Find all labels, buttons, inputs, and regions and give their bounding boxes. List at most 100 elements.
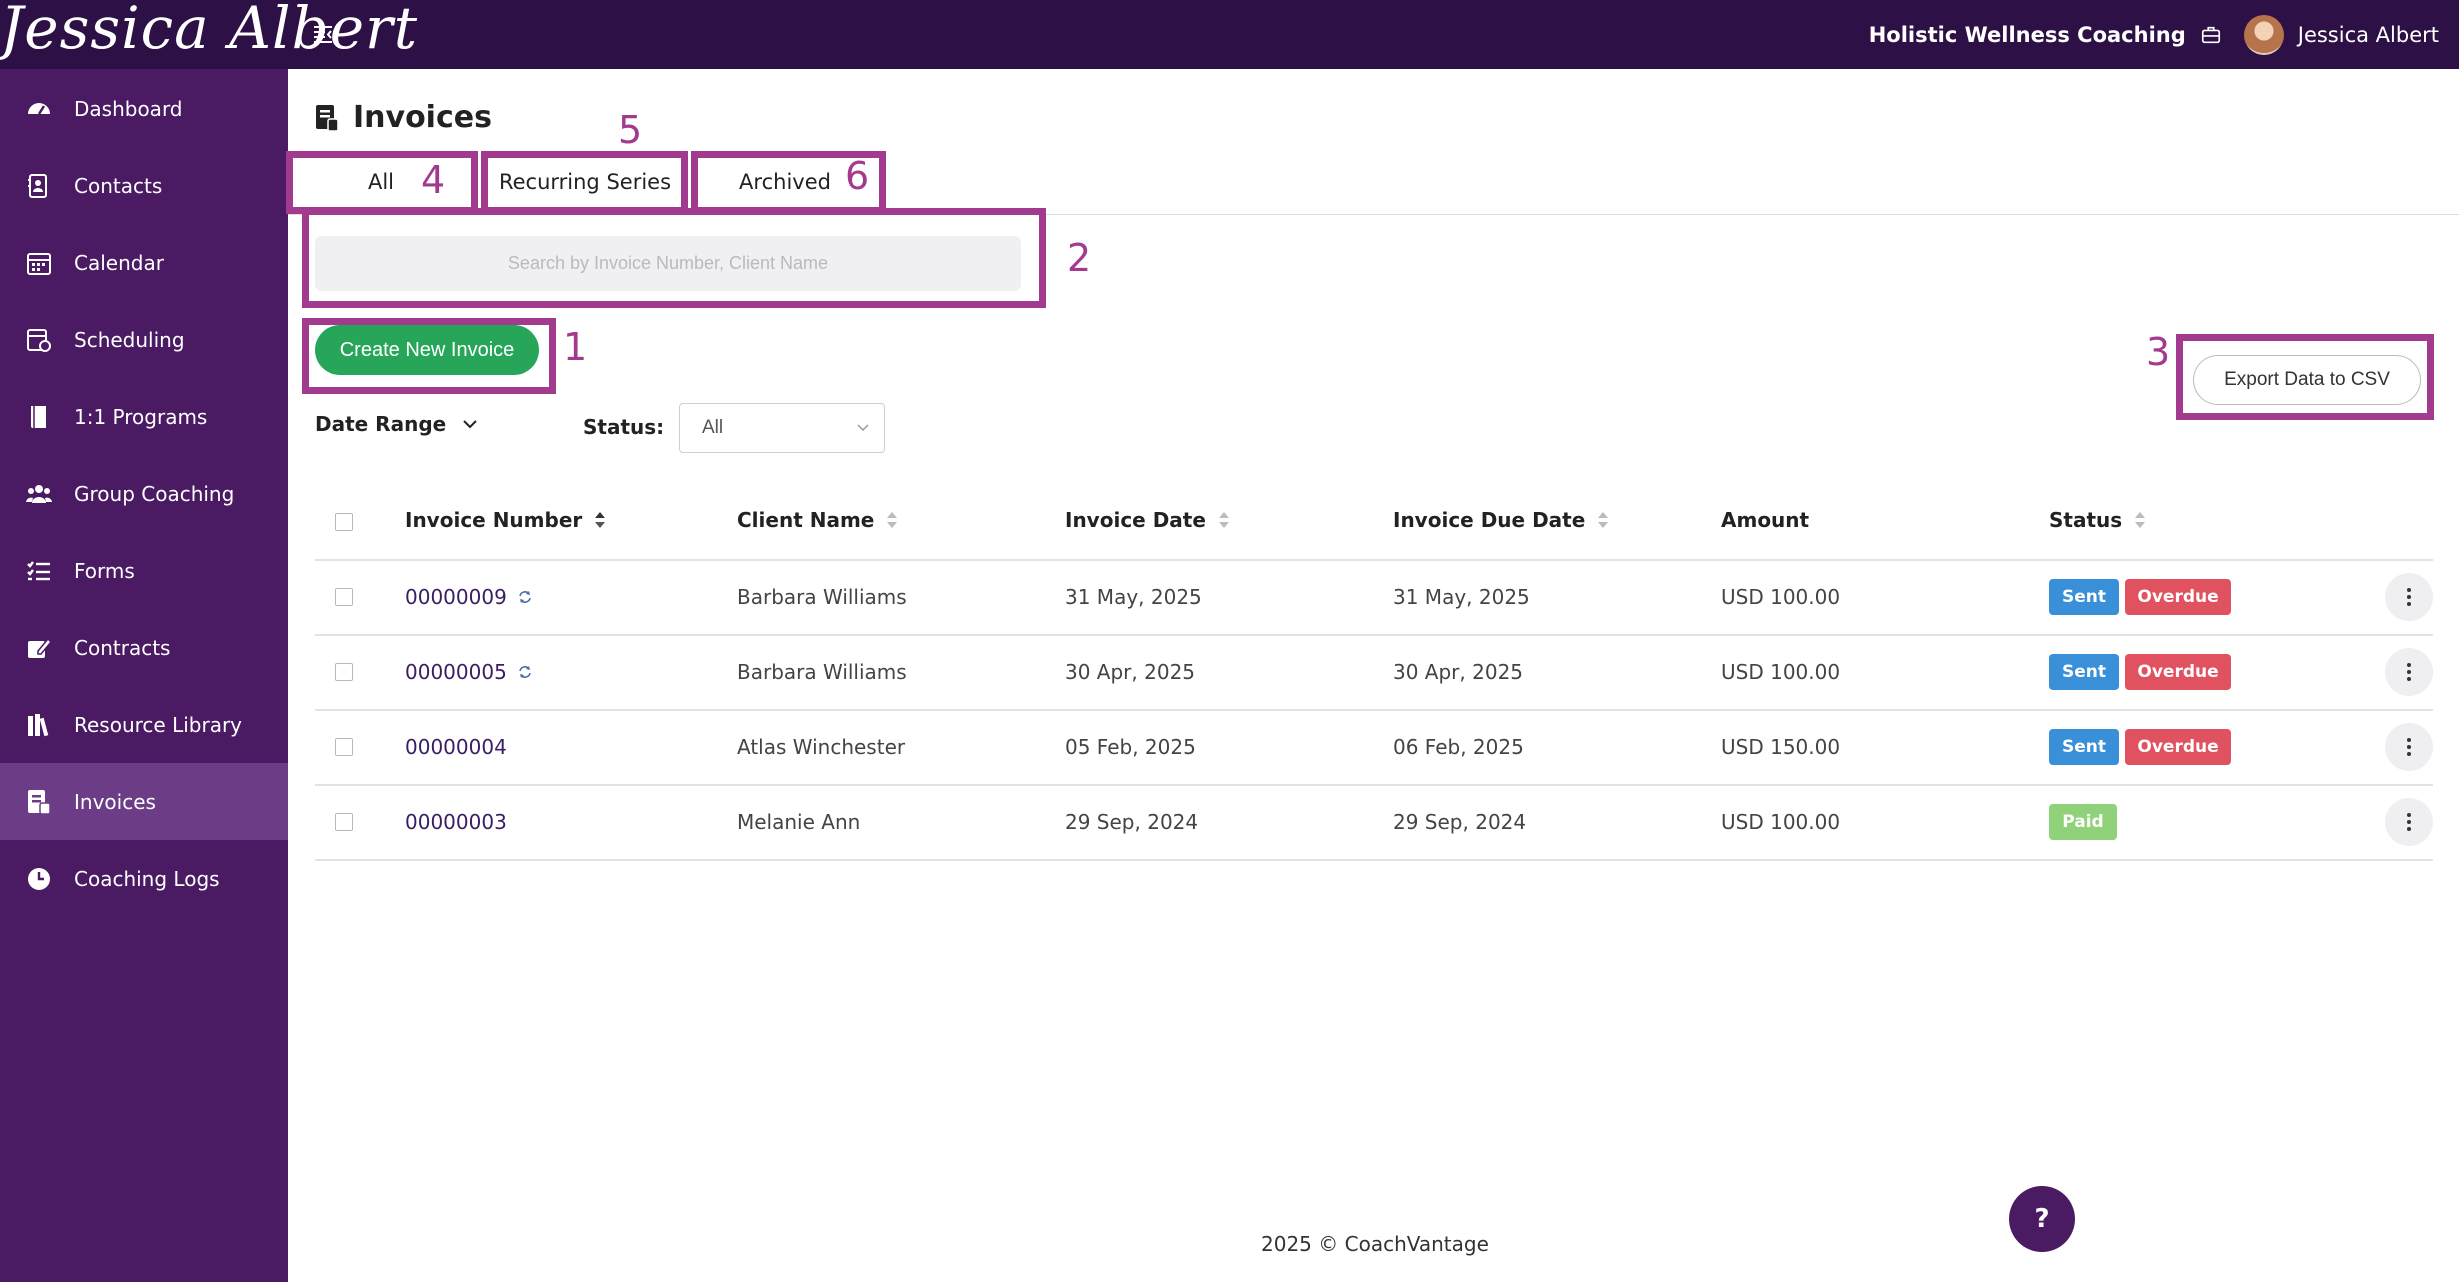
library-icon	[28, 713, 49, 736]
invoice-amount: USD 150.00	[1721, 735, 1841, 759]
invoice-due-date: 06 Feb, 2025	[1393, 735, 1524, 759]
sidebar-item-1-1-programs[interactable]: 1:1 Programs	[0, 378, 288, 455]
page-header: Invoices	[315, 100, 492, 135]
row-actions-button[interactable]	[2385, 573, 2433, 621]
invoice-number: 00000009	[405, 585, 507, 609]
invoice-due-date: 29 Sep, 2024	[1393, 810, 1527, 834]
user-name[interactable]: Jessica Albert	[2298, 23, 2439, 47]
column-header-label: Status	[2049, 508, 2123, 532]
tab-recurring-series[interactable]: Recurring Series	[489, 152, 681, 212]
status-badge-overdue: Overdue	[2125, 654, 2231, 690]
invoice-number: 00000003	[405, 810, 507, 834]
row-divider	[315, 709, 2433, 711]
sort-icon	[2135, 512, 2146, 528]
page-title: Invoices	[353, 100, 492, 135]
sidebar-item-label: Calendar	[74, 250, 164, 275]
briefcase-icon[interactable]	[2200, 24, 2222, 46]
logo[interactable]: Jessica Albert	[0, 0, 418, 62]
select-all-checkbox[interactable]	[335, 513, 353, 531]
date-range-filter[interactable]: Date Range	[315, 412, 478, 436]
row-checkbox[interactable]	[335, 813, 353, 831]
row-checkbox[interactable]	[335, 738, 353, 756]
column-header-invoice-due-date[interactable]: Invoice Due Date	[1393, 508, 1609, 532]
sidebar-item-label: Contracts	[74, 635, 171, 660]
help-button[interactable]: ?	[2009, 1186, 2075, 1252]
invoice-date: 30 Apr, 2025	[1065, 660, 1196, 684]
date-range-label: Date Range	[315, 412, 447, 436]
invoice-amount: USD 100.00	[1721, 810, 1841, 834]
sidebar-item-label: Coaching Logs	[74, 866, 220, 891]
column-header-client-name[interactable]: Client Name	[737, 508, 898, 532]
invoice-number-link[interactable]: 00000005	[405, 660, 533, 684]
sidebar-item-label: 1:1 Programs	[74, 404, 208, 429]
status-filter-label: Status:	[583, 415, 665, 439]
row-divider	[315, 859, 2433, 861]
topbar-right: Holistic Wellness Coaching Jessica Alber…	[1869, 15, 2439, 55]
sidebar-item-calendar[interactable]: Calendar	[0, 224, 288, 301]
invoice-number-link[interactable]: 00000009	[405, 585, 533, 609]
org-name[interactable]: Holistic Wellness Coaching	[1869, 23, 2186, 47]
invoice-number-link[interactable]: 00000004	[405, 735, 507, 759]
invoice-amount: USD 100.00	[1721, 585, 1841, 609]
row-checkbox[interactable]	[335, 588, 353, 606]
invoice-number: 00000005	[405, 660, 507, 684]
top-bar: Jessica Albert Holistic Wellness Coachin…	[0, 0, 2459, 69]
annotation-number-6: 6	[845, 154, 870, 198]
column-header-amount: Amount	[1721, 508, 1809, 532]
footer: 2025 © CoachVantage	[1261, 1232, 1489, 1256]
avatar[interactable]	[2243, 15, 2284, 55]
row-divider	[315, 784, 2433, 786]
client-name: Barbara Williams	[737, 660, 907, 684]
invoice-date: 31 May, 2025	[1065, 585, 1202, 609]
status-badge-sent: Sent	[2049, 729, 2119, 765]
status-badge-overdue: Overdue	[2125, 579, 2231, 615]
sidebar-item-label: Resource Library	[74, 712, 243, 737]
sidebar-item-resource-library[interactable]: Resource Library	[0, 686, 288, 763]
dashboard-icon	[28, 102, 50, 115]
chevron-down-icon	[857, 424, 869, 432]
status-badge-paid: Paid	[2049, 804, 2117, 840]
sidebar-item-invoices[interactable]: Invoices	[0, 763, 288, 840]
sidebar-item-forms[interactable]: Forms	[0, 532, 288, 609]
invoice-number-link[interactable]: 00000003	[405, 810, 507, 834]
row-actions-button[interactable]	[2385, 798, 2433, 846]
status-select[interactable]: All	[679, 403, 885, 453]
row-actions-button[interactable]	[2385, 648, 2433, 696]
annotation-number-2: 2	[1067, 236, 1092, 280]
create-new-invoice-button[interactable]: Create New Invoice	[315, 325, 539, 375]
sidebar-item-contracts[interactable]: Contracts	[0, 609, 288, 686]
status-badge-sent: Sent	[2049, 579, 2119, 615]
invoice-icon	[28, 789, 51, 815]
contacts-icon	[28, 173, 47, 198]
column-header-label: Invoice Date	[1065, 508, 1206, 532]
status-select-value: All	[702, 417, 724, 438]
sidebar-item-label: Invoices	[74, 789, 156, 814]
sort-icon	[887, 512, 898, 528]
client-name: Atlas Winchester	[737, 735, 906, 759]
search-input[interactable]	[315, 236, 1021, 291]
export-csv-button[interactable]: Export Data to CSV	[2193, 355, 2421, 405]
sidebar-item-dashboard[interactable]: Dashboard	[0, 70, 288, 147]
sidebar-item-group-coaching[interactable]: Group Coaching	[0, 455, 288, 532]
column-header-status[interactable]: Status	[2049, 508, 2146, 532]
row-actions-button[interactable]	[2385, 723, 2433, 771]
sidebar-item-coaching-logs[interactable]: Coaching Logs	[0, 840, 288, 917]
column-header-invoice-number[interactable]: Invoice Number	[405, 508, 606, 532]
row-checkbox[interactable]	[335, 663, 353, 681]
sidebar-item-label: Scheduling	[74, 327, 185, 352]
invoice-due-date: 30 Apr, 2025	[1393, 660, 1524, 684]
annotation-number-1: 1	[563, 325, 588, 369]
menu-toggle-icon[interactable]	[311, 22, 335, 46]
sidebar-item-label: Contacts	[74, 173, 163, 198]
tabs-divider	[288, 214, 2459, 215]
forms-icon	[27, 560, 50, 580]
more-vertical-icon	[2407, 738, 2411, 756]
sidebar-item-label: Dashboard	[74, 96, 183, 121]
sidebar-item-label: Group Coaching	[74, 481, 235, 506]
users-icon	[26, 484, 52, 503]
sidebar-item-contacts[interactable]: Contacts	[0, 147, 288, 224]
client-name: Barbara Williams	[737, 585, 907, 609]
column-header-label: Invoice Number	[405, 508, 583, 532]
column-header-invoice-date[interactable]: Invoice Date	[1065, 508, 1230, 532]
sidebar-item-scheduling[interactable]: Scheduling	[0, 301, 288, 378]
